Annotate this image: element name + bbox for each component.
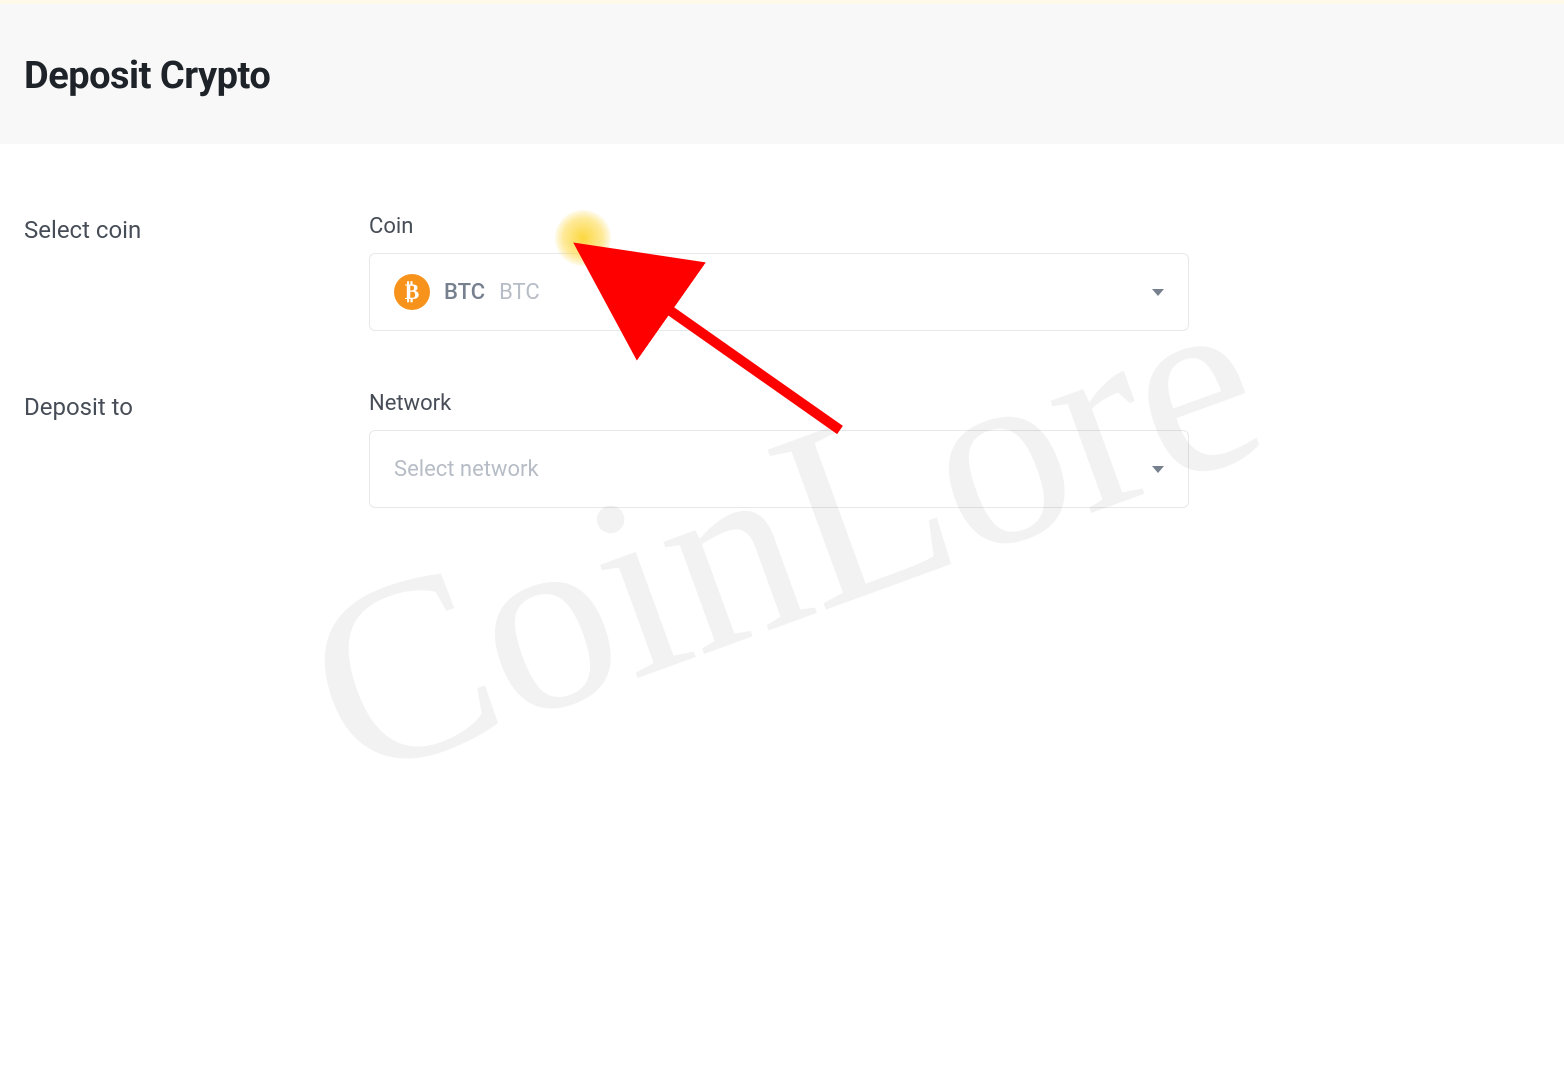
coin-name: BTC: [499, 280, 540, 305]
page-header: Deposit Crypto: [0, 0, 1564, 144]
deposit-to-row: Deposit to Network Select network: [24, 391, 1540, 508]
deposit-to-label: Deposit to: [24, 391, 329, 421]
coin-symbol: BTC: [444, 280, 485, 305]
coin-dropdown-value: ₿ BTC BTC: [394, 274, 540, 310]
chevron-down-icon: [1152, 289, 1164, 296]
coin-dropdown[interactable]: ₿ BTC BTC: [369, 253, 1189, 331]
network-placeholder: Select network: [394, 457, 539, 482]
network-dropdown[interactable]: Select network: [369, 430, 1189, 508]
select-coin-row: Select coin Coin ₿ BTC BTC: [24, 214, 1540, 331]
page-title: Deposit Crypto: [24, 54, 1540, 98]
select-coin-field: Coin ₿ BTC BTC: [369, 214, 1189, 331]
network-field-label: Network: [369, 391, 1189, 416]
bitcoin-icon: ₿: [394, 274, 430, 310]
form-content: Select coin Coin ₿ BTC BTC Deposit to Ne…: [0, 144, 1564, 532]
coin-field-label: Coin: [369, 214, 1189, 239]
network-dropdown-value: Select network: [394, 457, 539, 482]
chevron-down-icon: [1152, 466, 1164, 473]
select-coin-label: Select coin: [24, 214, 329, 244]
network-field: Network Select network: [369, 391, 1189, 508]
